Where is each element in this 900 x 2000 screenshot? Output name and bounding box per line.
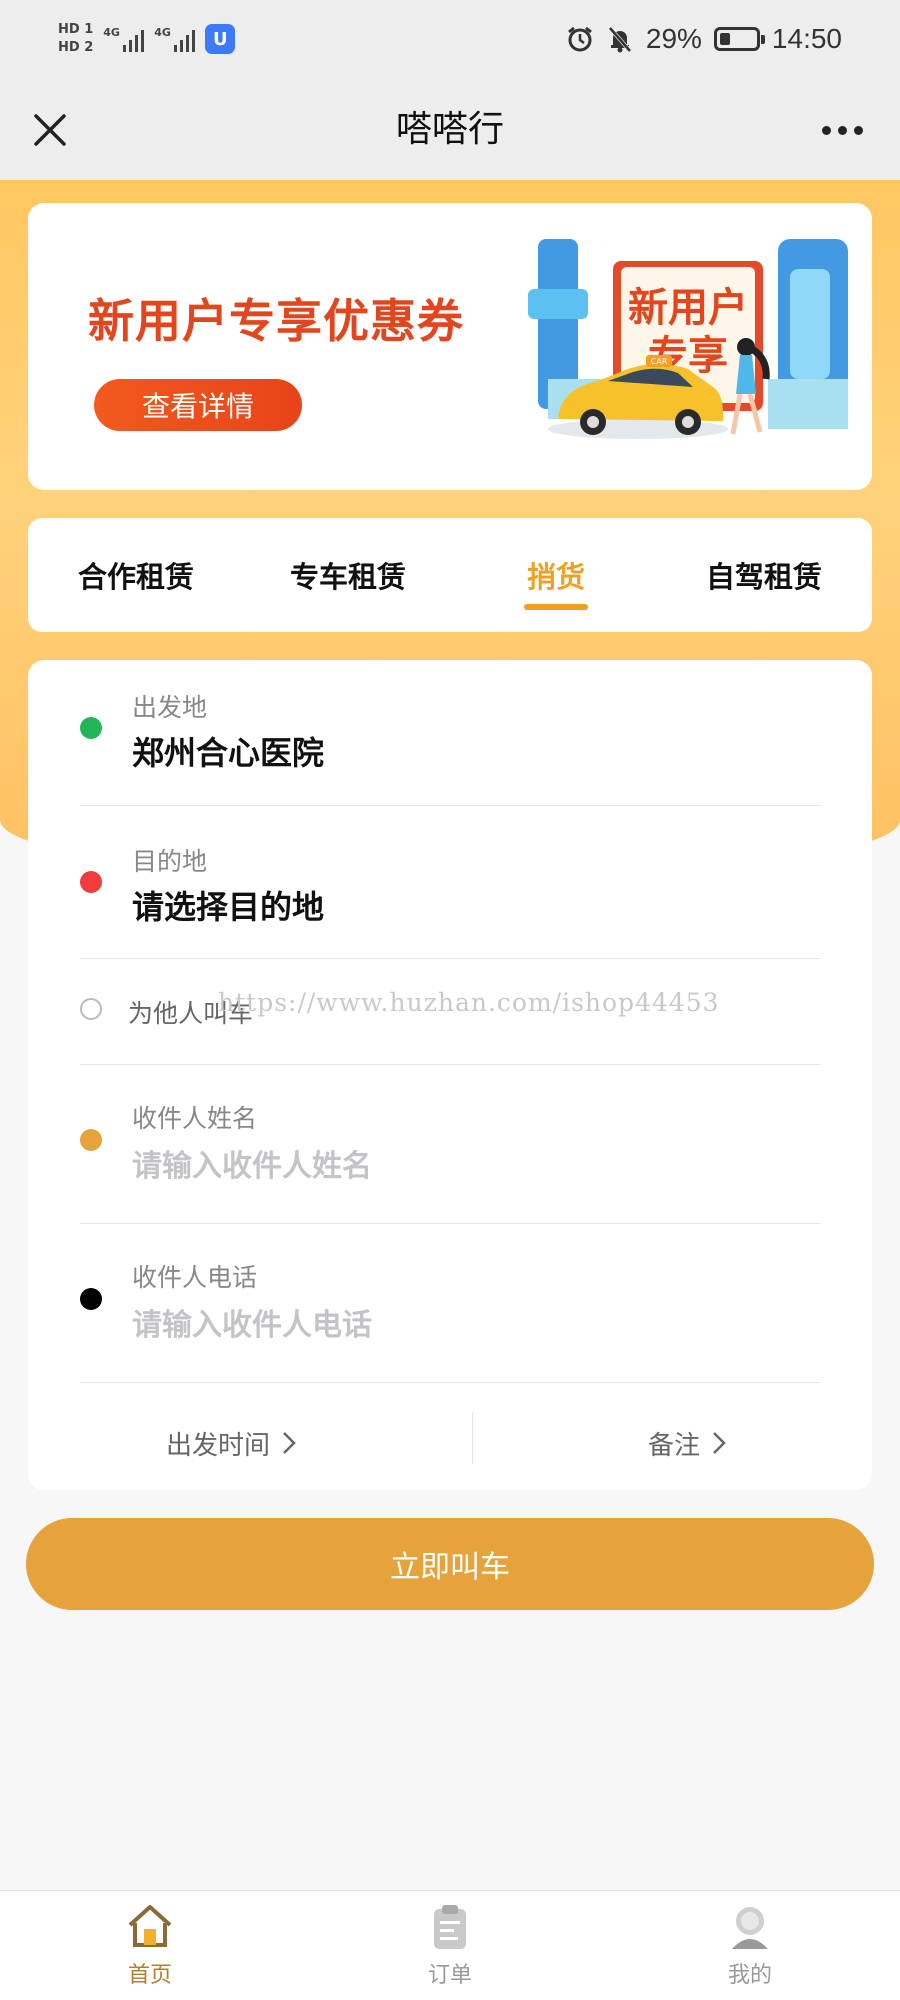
taxi-illustration: 新用户 专享 CAR	[528, 239, 848, 439]
origin-dot-icon	[80, 717, 102, 739]
battery-icon	[713, 27, 765, 51]
origin-row[interactable]: 出发地 郑州合心医院	[28, 660, 872, 812]
tabbar-orders[interactable]: 订单	[390, 1901, 510, 1989]
alarm-icon	[567, 26, 592, 52]
tab-cooperative-rental[interactable]: 合作租赁	[56, 518, 216, 632]
chevron-right-icon	[713, 1432, 726, 1454]
remarks-button[interactable]: 备注	[648, 1412, 726, 1474]
depart-time-button[interactable]: 出发时间	[166, 1412, 296, 1474]
home-icon	[128, 1905, 172, 1947]
tabbar-home-label: 首页	[127, 1963, 172, 1988]
receiver-name-input[interactable]: 请输入收件人姓名	[132, 1141, 372, 1185]
poster-line-1: 新用户	[628, 285, 748, 331]
depart-time-label: 出发时间	[166, 1430, 271, 1461]
tabbar-orders-label: 订单	[427, 1963, 472, 1988]
destination-row[interactable]: 目的地 请选择目的地	[28, 806, 872, 958]
nav-bar: 嗒嗒行	[0, 80, 900, 180]
extra-options: 出发时间 备注	[28, 1412, 872, 1474]
receiver-name-label: 收件人姓名	[132, 1104, 258, 1133]
order-clipboard-icon	[434, 1905, 466, 1949]
battery-fill	[719, 33, 730, 45]
divider	[80, 958, 820, 959]
hd-indicators: HD 1 HD 2	[58, 23, 93, 55]
tab-cargo-delivery[interactable]: 捎货	[494, 518, 618, 632]
tabbar-home[interactable]: 首页	[90, 1901, 210, 1989]
car-tag: CAR	[651, 357, 668, 366]
destination-label: 目的地	[132, 847, 208, 876]
receiver-phone-input[interactable]: 请输入收件人电话	[132, 1300, 372, 1344]
receiver-phone-row[interactable]: 收件人电话 请输入收件人电话	[28, 1224, 872, 1382]
origin-label: 出发地	[132, 693, 208, 722]
receiver-phone-dot-icon	[80, 1288, 102, 1310]
signal-1-icon: 4G	[103, 26, 145, 52]
receiver-name-row[interactable]: 收件人姓名 请输入收件人姓名	[28, 1065, 872, 1223]
app-notification-icon: U	[205, 24, 236, 54]
view-details-button[interactable]: 查看详情	[94, 379, 302, 431]
status-left: HD 1 HD 2 4G 4G U	[58, 14, 236, 64]
hd-1-tag: HD 1	[58, 22, 94, 37]
promo-banner[interactable]: 新用户专享优惠券 查看详情 新用户 专享 CAR	[28, 203, 872, 490]
service-tabs: 合作租赁 专车租赁 捎货 自驾租赁	[28, 518, 872, 632]
tab-private-car-rental[interactable]: 专车租赁	[268, 518, 428, 632]
divider	[80, 1382, 820, 1383]
booking-form: 出发地 郑州合心医院 目的地 请选择目的地 为他人叫车 https://www.…	[28, 660, 872, 1490]
network-2-label: 4G	[154, 26, 171, 39]
destination-value: 请选择目的地	[132, 888, 325, 926]
remarks-label: 备注	[648, 1430, 701, 1461]
battery-percent: 29%	[645, 23, 702, 54]
clock: 14:50	[771, 23, 842, 54]
for-others-radio[interactable]	[80, 998, 102, 1020]
option-separator	[472, 1412, 473, 1464]
hd-2-tag: HD 2	[58, 40, 94, 55]
status-bar: HD 1 HD 2 4G 4G U 29% 14:50	[0, 0, 900, 80]
signal-2-icon: 4G	[154, 26, 196, 52]
more-dot	[837, 125, 847, 135]
receiver-phone-label: 收件人电话	[132, 1263, 258, 1292]
call-car-button[interactable]: 立即叫车	[26, 1518, 874, 1610]
banner-title: 新用户专享优惠券	[88, 294, 464, 348]
network-1-label: 4G	[103, 26, 120, 39]
bottom-tab-bar: 首页 订单 我的	[0, 1890, 900, 2000]
more-button[interactable]	[812, 104, 872, 156]
mute-bell-icon	[608, 26, 632, 53]
profile-icon	[732, 1907, 768, 1949]
tabbar-profile[interactable]: 我的	[690, 1901, 810, 1989]
page-title: 嗒嗒行	[395, 109, 504, 150]
watermark-text: https://www.huzhan.com/ishop44453	[218, 988, 720, 1017]
chevron-right-icon	[283, 1432, 296, 1454]
receiver-name-dot-icon	[80, 1129, 102, 1151]
active-tab-indicator	[524, 604, 588, 610]
more-dot	[853, 125, 863, 135]
origin-value: 郑州合心医院	[132, 734, 325, 772]
tabbar-profile-label: 我的	[727, 1963, 772, 1988]
more-dots-icon	[821, 125, 831, 135]
status-right: 29% 14:50	[566, 18, 842, 60]
destination-dot-icon	[80, 871, 102, 893]
tab-self-drive-rental[interactable]: 自驾租赁	[684, 518, 844, 632]
